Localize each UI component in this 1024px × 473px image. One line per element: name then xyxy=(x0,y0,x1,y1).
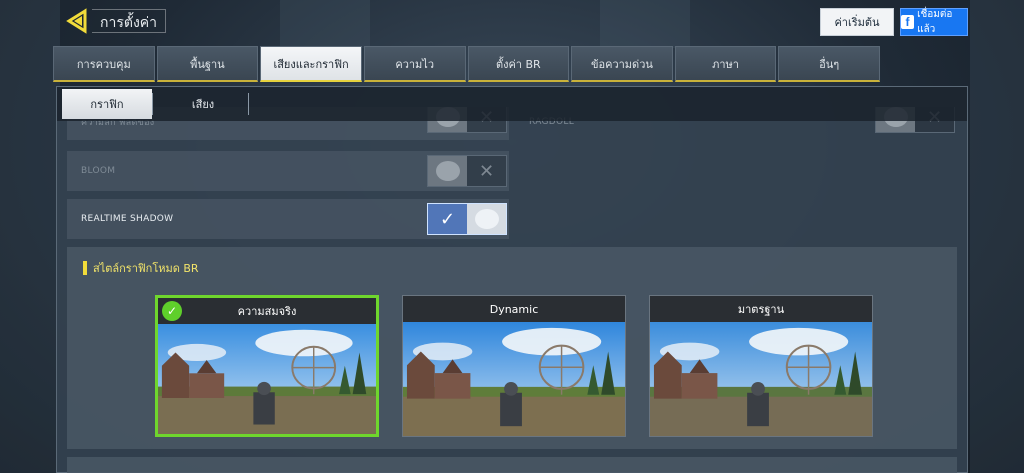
card-title: ความสมจริง xyxy=(158,298,376,324)
graphics-style-card-realistic[interactable]: ความสมจริง ✓ xyxy=(155,295,379,437)
facebook-connect-label: เชื่อมต่อแล้ว xyxy=(917,9,953,35)
divider xyxy=(248,93,249,115)
style-preview-image xyxy=(650,322,872,436)
background-column xyxy=(600,0,690,48)
tab-other[interactable]: อื่นๆ xyxy=(778,46,880,82)
graphics-subtabs: กราฟิก เสียง xyxy=(57,87,967,121)
background-panel-right xyxy=(970,0,1024,473)
selected-check-icon: ✓ xyxy=(162,301,182,321)
toggle-knob-area xyxy=(428,156,467,186)
setting-label: REALTIME SHADOW xyxy=(81,214,174,224)
toggle-knob-area xyxy=(467,204,506,234)
card-title: มาตรฐาน xyxy=(650,296,872,322)
next-section-edge xyxy=(67,457,957,473)
tab-br-settings[interactable]: ตั้งค่า BR xyxy=(467,46,570,82)
style-preview-image xyxy=(158,324,376,434)
tab-basic[interactable]: พื้นฐาน xyxy=(156,46,259,82)
tab-controls[interactable]: การควบคุม xyxy=(53,46,155,82)
back-arrow-icon xyxy=(66,8,87,34)
tab-sensitivity[interactable]: ความไว xyxy=(363,46,466,82)
check-icon: ✓ xyxy=(428,204,467,234)
bloom-toggle[interactable]: ✕ xyxy=(427,155,507,187)
graphics-style-card-dynamic[interactable]: Dynamic xyxy=(402,295,626,437)
tab-quick-messages[interactable]: ข้อความด่วน xyxy=(571,46,673,82)
settings-tabs: การควบคุม พื้นฐาน เสียงและกราฟิก ความไว … xyxy=(53,46,880,82)
facebook-icon: f xyxy=(901,15,915,29)
tab-language[interactable]: ภาษา xyxy=(674,46,777,82)
divider xyxy=(152,93,153,115)
realtime-shadow-toggle[interactable]: ✓ xyxy=(427,203,507,235)
facebook-connect-button[interactable]: f เชื่อมต่อแล้ว xyxy=(900,8,968,36)
settings-panel: ความลึก ฟิลด์ของ ✕ RAGDOLL ✕ กราฟิก เสีย… xyxy=(56,86,968,473)
back-button[interactable] xyxy=(65,8,91,34)
subtab-audio[interactable]: เสียง xyxy=(158,89,248,119)
setting-row-bloom: BLOOM ✕ xyxy=(67,151,509,191)
style-preview-image xyxy=(403,322,625,436)
graphics-style-card-standard[interactable]: มาตรฐาน xyxy=(649,295,873,437)
reset-defaults-button[interactable]: ค่าเริ่มต้น xyxy=(820,8,894,36)
toggle-knob xyxy=(474,209,499,229)
toggle-knob xyxy=(435,161,460,181)
section-title-text: สไตล์กราฟิกโหมด BR xyxy=(93,262,199,275)
section-marker xyxy=(83,261,87,275)
background-column xyxy=(280,0,370,48)
close-icon: ✕ xyxy=(478,160,495,182)
background-panel-left xyxy=(0,0,60,473)
card-title: Dynamic xyxy=(403,296,625,322)
page-title: การตั้งค่า xyxy=(92,9,167,33)
tab-audio-graphics[interactable]: เสียงและกราฟิก xyxy=(260,46,362,82)
setting-label: BLOOM xyxy=(81,166,116,176)
br-graphics-style-section: สไตล์กราฟิกโหมด BR ความสมจริง ✓ Dynamic … xyxy=(67,247,957,449)
subtab-graphics[interactable]: กราฟิก xyxy=(62,89,152,119)
section-title: สไตล์กราฟิกโหมด BR xyxy=(83,259,199,277)
setting-row-realtime-shadow: REALTIME SHADOW ✓ xyxy=(67,199,509,239)
